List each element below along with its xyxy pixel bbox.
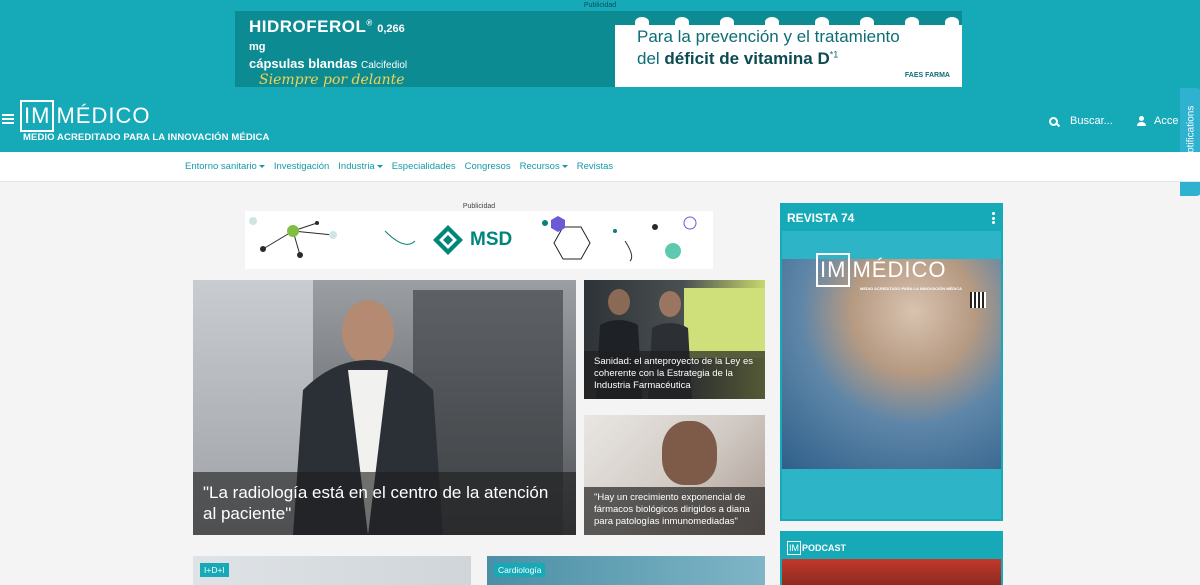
top-banner-area: Publicidad HIDROFEROL® 0,266 mg cápsulas… <box>0 0 1200 96</box>
user-icon <box>1137 116 1146 126</box>
ad-headline-bold: déficit de vitamina D <box>664 49 830 68</box>
featured-article-card[interactable]: "La radiología está en el centro de la a… <box>193 280 576 535</box>
qr-code-icon <box>970 292 986 308</box>
ad-caps-line: cápsulas blandas Calcifediol <box>249 56 415 71</box>
nav-label: Industria <box>338 161 375 172</box>
article-card[interactable]: Sanidad: el anteproyecto de la Ley es co… <box>584 280 765 399</box>
podcast-image[interactable] <box>782 559 1001 585</box>
ad-headline-sup: *1 <box>829 49 839 60</box>
logo-text: MÉDICO <box>56 103 151 128</box>
search-button[interactable]: Buscar... <box>1049 115 1113 127</box>
ad-reg-mark: ® <box>366 18 373 28</box>
msd-ad[interactable]: MSD <box>245 211 713 269</box>
login-label: Acce <box>1154 115 1179 127</box>
ad-product-block: HIDROFEROL® 0,266 mg cápsulas blandas Ca… <box>235 11 415 87</box>
nav-item-investigacion[interactable]: Investigación <box>274 161 329 172</box>
site-logo[interactable]: IM MÉDICO <box>20 99 150 133</box>
nav-item-congresos[interactable]: Congresos <box>465 161 511 172</box>
article-card[interactable]: Cardiología <box>487 556 765 585</box>
ad-active: Calcifediol <box>361 60 408 71</box>
magazine-title: REVISTA 74 <box>787 211 855 225</box>
article-image <box>662 421 717 485</box>
nav-label: Especialidades <box>391 161 456 172</box>
ad-message-block: Para la prevención y el tratamiento del … <box>615 11 962 87</box>
article-title: "Hay un crecimiento exponencial de fárma… <box>584 487 765 535</box>
podcast-logo[interactable]: IM PODCAST <box>787 541 846 555</box>
main-nav: Entorno sanitario Investigación Industri… <box>0 152 1200 182</box>
msd-logo: MSD <box>433 225 512 255</box>
search-icon <box>1049 116 1058 126</box>
nav-label: Congresos <box>464 161 511 172</box>
hidroferol-ad[interactable]: HIDROFEROL® 0,266 mg cápsulas blandas Ca… <box>235 11 962 87</box>
msd-logo-mark <box>433 225 463 255</box>
caret-down-icon <box>376 164 383 168</box>
cover-logo-box: IM <box>816 253 851 287</box>
ad-headline-line2: del déficit de vitamina D*1 <box>637 49 838 69</box>
nav-item-entorno-sanitario[interactable]: Entorno sanitario <box>185 161 265 172</box>
cover-logo-text: MÉDICO <box>852 257 947 282</box>
caret-down-icon <box>561 164 568 168</box>
nav-item-revistas[interactable]: Revistas <box>577 161 613 172</box>
site-tagline: MEDIO ACREDITADO PARA LA INNOVACIÓN MÉDI… <box>23 132 270 143</box>
article-card[interactable]: I+D+I <box>193 556 471 585</box>
ad-slogan: Siempre por delante <box>259 72 405 87</box>
ad-drip-decoration <box>615 11 962 27</box>
podcast-logo-text: PODCAST <box>802 543 847 553</box>
nav-item-especialidades[interactable]: Especialidades <box>392 161 456 172</box>
ad-headline-line1: Para la prevención y el tratamiento <box>637 27 900 46</box>
ad-brand: HIDROFEROL <box>249 17 367 36</box>
ad-company: FAES FARMA <box>904 72 950 79</box>
nav-label: Entorno sanitario <box>185 161 257 172</box>
msd-brand: MSD <box>470 229 513 250</box>
logo-box: IM <box>20 100 55 132</box>
ad-headline-prefix: del <box>637 49 665 68</box>
more-options-icon[interactable] <box>992 212 995 226</box>
nav-label: Investigación <box>273 161 330 172</box>
category-tag[interactable]: Cardiología <box>494 563 546 577</box>
ad-brand-line: HIDROFEROL® 0,266 mg <box>249 17 415 55</box>
cover-tagline: MEDIO ACREDITADO PARA LA INNOVACIÓN MÉDI… <box>860 286 962 291</box>
ad-caps: cápsulas blandas <box>249 56 358 71</box>
menu-icon[interactable] <box>2 114 14 124</box>
article-title: Sanidad: el anteproyecto de la Ley es co… <box>584 351 765 399</box>
ad-label: Publicidad <box>462 203 496 210</box>
featured-article-title: "La radiología está en el centro de la a… <box>193 472 576 535</box>
ad-label: Publicidad <box>583 2 617 9</box>
article-card[interactable]: "Hay un crecimiento exponencial de fárma… <box>584 415 765 535</box>
cover-logo: IM MÉDICO <box>816 253 946 287</box>
podcast-logo-box: IM <box>787 541 801 555</box>
podcast-widget: IM PODCAST <box>780 531 1003 585</box>
category-tag[interactable]: I+D+I <box>200 563 229 577</box>
magazine-widget: REVISTA 74 IM MÉDICO MEDIO ACREDITADO PA… <box>780 203 1003 521</box>
magazine-cover[interactable]: IM MÉDICO MEDIO ACREDITADO PARA LA INNOV… <box>782 231 1001 519</box>
site-header: IM MÉDICO MEDIO ACREDITADO PARA LA INNOV… <box>0 96 1200 152</box>
nav-item-recursos[interactable]: Recursos <box>520 161 568 172</box>
caret-down-icon <box>258 164 265 168</box>
nav-item-industria[interactable]: Industria <box>338 161 383 172</box>
nav-label: Revistas <box>576 161 614 172</box>
login-button[interactable]: Acce <box>1137 115 1178 127</box>
nav-label: Recursos <box>519 161 560 172</box>
search-label: Buscar... <box>1070 115 1113 127</box>
